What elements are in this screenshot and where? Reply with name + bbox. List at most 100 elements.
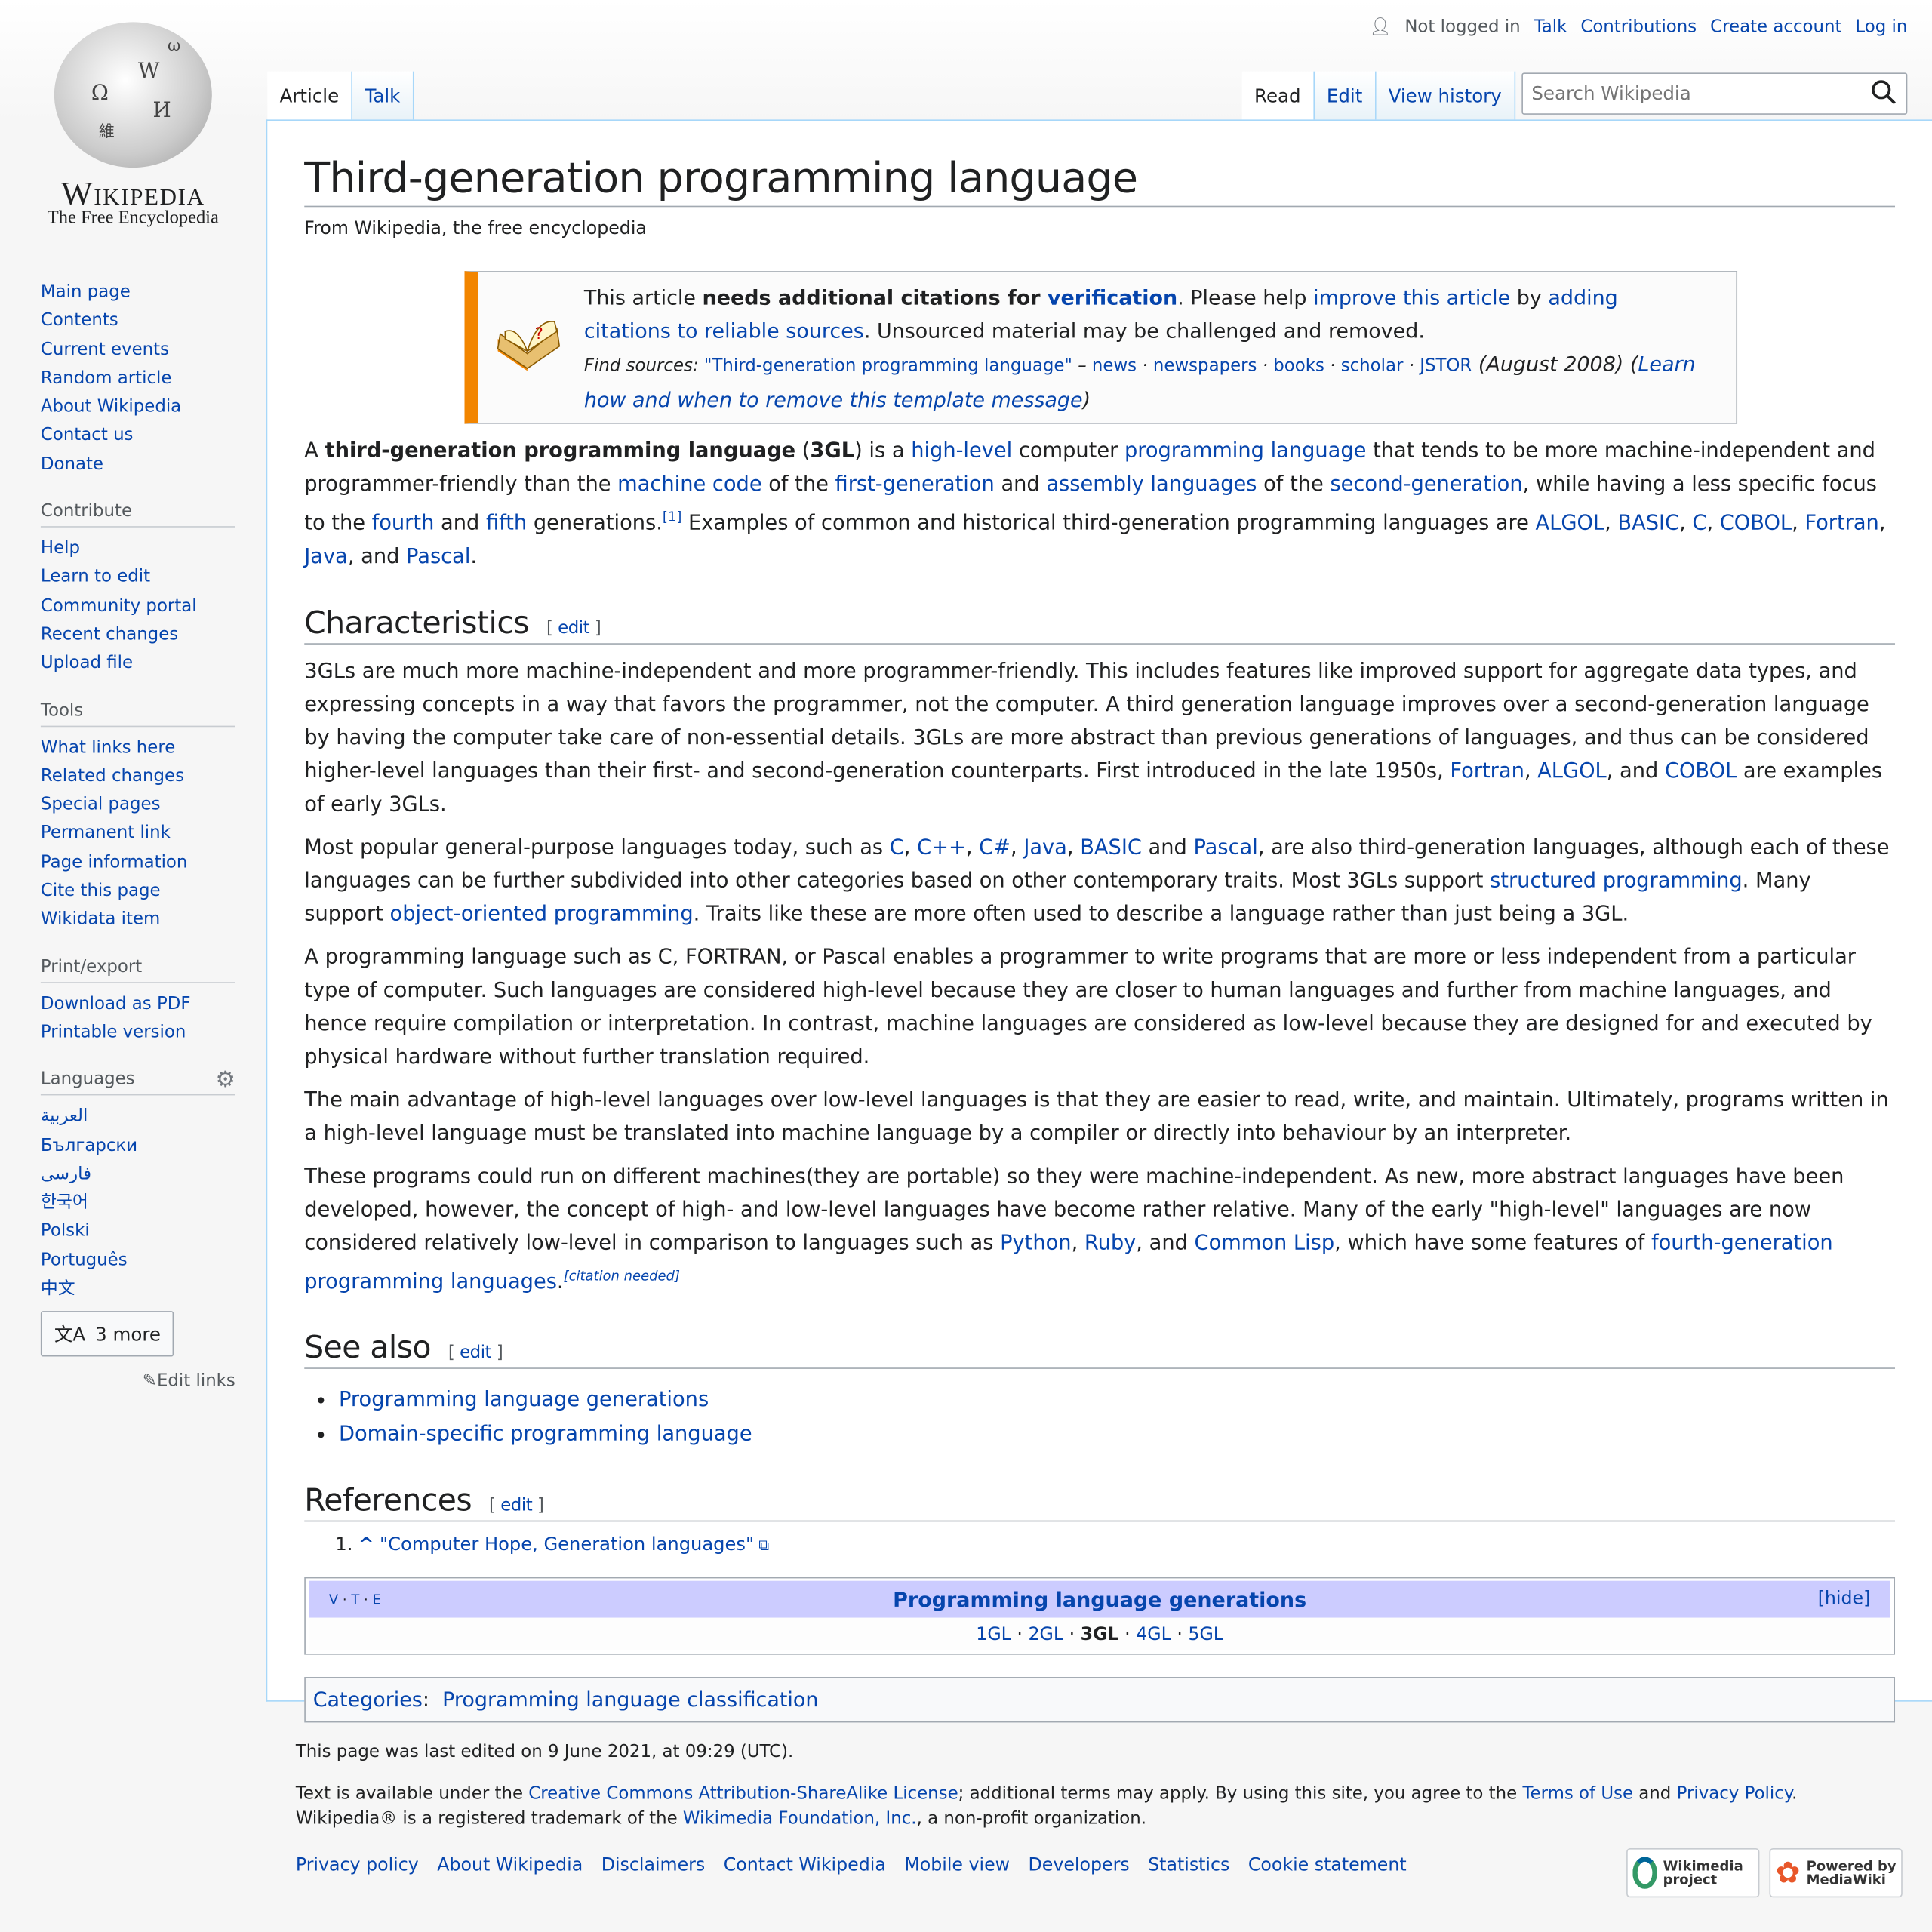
sidebar-item-permanent-link[interactable]: Permanent link xyxy=(41,820,235,848)
inline-link[interactable]: ALGOL xyxy=(1537,757,1607,782)
sidebar-item-learn-to-edit[interactable]: Learn to edit xyxy=(41,564,235,592)
category-link[interactable]: Programming language classification xyxy=(442,1688,818,1712)
edit-section-link[interactable]: [ edit ] xyxy=(448,1343,503,1363)
inline-link[interactable]: Fortran xyxy=(1804,509,1878,534)
inline-link[interactable]: C++ xyxy=(917,834,966,859)
navbox-item-5gl[interactable]: 5GL xyxy=(1188,1626,1223,1645)
inline-link[interactable]: C xyxy=(1692,509,1706,534)
inline-link[interactable]: COBOL xyxy=(1665,757,1737,782)
inline-link[interactable]: ALGOL xyxy=(1536,509,1605,534)
sidebar-item-donate[interactable]: Donate xyxy=(41,451,235,479)
language-link[interactable]: 한국어 xyxy=(41,1189,235,1218)
edit-links[interactable]: ✎Edit links xyxy=(41,1372,235,1392)
sidebar-item-random-article[interactable]: Random article xyxy=(41,365,235,393)
edit-link[interactable]: edit xyxy=(500,1496,532,1515)
footer-link-privacy-policy[interactable]: Privacy policy xyxy=(296,1854,419,1878)
sidebar-item-community-portal[interactable]: Community portal xyxy=(41,592,235,621)
inline-link[interactable]: assembly languages xyxy=(1046,471,1257,496)
tab-article[interactable]: Article xyxy=(267,71,353,121)
navbox-title[interactable]: Programming language generations xyxy=(477,1588,1723,1611)
wikimedia-badge[interactable]: Wikimedia project xyxy=(1626,1847,1760,1898)
inline-link[interactable]: fifth xyxy=(486,509,527,534)
inline-link[interactable]: COBOL xyxy=(1720,509,1792,534)
sidebar-item-what-links-here[interactable]: What links here xyxy=(41,734,235,762)
contributions-link[interactable]: Contributions xyxy=(1580,17,1697,37)
inline-link[interactable]: improve this article xyxy=(1313,286,1510,309)
sidebar-item-special-pages[interactable]: Special pages xyxy=(41,791,235,820)
sidebar-item-upload-file[interactable]: Upload file xyxy=(41,650,235,678)
footer-link-about-wikipedia[interactable]: About Wikipedia xyxy=(437,1854,583,1878)
inline-link[interactable]: C# xyxy=(979,834,1011,859)
inline-link[interactable]: programming language xyxy=(1124,438,1366,463)
inline-link[interactable]: scholar xyxy=(1341,356,1404,376)
inline-link[interactable]: Python xyxy=(1000,1229,1071,1254)
footer-link-cookie-statement[interactable]: Cookie statement xyxy=(1248,1854,1407,1878)
inline-link[interactable]: JSTOR xyxy=(1420,356,1472,376)
log-in-link[interactable]: Log in xyxy=(1855,17,1907,37)
search-icon[interactable] xyxy=(1870,78,1897,106)
tab-edit[interactable]: Edit xyxy=(1314,71,1377,121)
edit-link[interactable]: edit xyxy=(558,618,589,638)
tab-view-history[interactable]: View history xyxy=(1376,71,1515,121)
navbox-hide-toggle[interactable]: [hide] xyxy=(1722,1589,1871,1609)
inline-link[interactable]: Wikimedia Foundation, Inc. xyxy=(683,1809,917,1829)
inline-link[interactable]: fourth xyxy=(372,509,435,534)
language-link[interactable]: Polski xyxy=(41,1218,235,1247)
inline-link[interactable]: structured programming xyxy=(1490,867,1743,892)
inline-link[interactable]: books xyxy=(1273,356,1324,376)
inline-link[interactable]: BASIC xyxy=(1080,834,1142,859)
tab-read[interactable]: Read xyxy=(1241,71,1315,121)
gear-icon[interactable]: ⚙ xyxy=(215,1067,235,1093)
language-link[interactable]: العربية xyxy=(41,1103,235,1132)
sidebar-item-page-information[interactable]: Page information xyxy=(41,848,235,877)
language-link[interactable]: فارسی xyxy=(41,1161,235,1189)
inline-link[interactable]: Creative Commons Attribution-ShareAlike … xyxy=(528,1784,958,1804)
sidebar-item-contact-us[interactable]: Contact us xyxy=(41,422,235,451)
sidebar-item-download-as-pdf[interactable]: Download as PDF xyxy=(41,990,235,1019)
inline-link[interactable]: [1] xyxy=(663,509,681,525)
see-also-link[interactable]: Programming language generations xyxy=(339,1386,709,1411)
inline-link[interactable]: first-generation xyxy=(835,471,995,496)
more-languages-button[interactable]: 文A 3 more xyxy=(40,1311,174,1358)
sidebar-item-related-changes[interactable]: Related changes xyxy=(41,762,235,791)
inline-link[interactable]: second-generation xyxy=(1330,471,1522,496)
see-also-link[interactable]: Domain-specific programming language xyxy=(339,1421,752,1446)
footer-link-developers[interactable]: Developers xyxy=(1029,1854,1130,1878)
talk-template-link[interactable]: T xyxy=(351,1592,359,1607)
inline-link[interactable]: Pascal xyxy=(1193,834,1257,859)
inline-link[interactable]: Ruby xyxy=(1084,1229,1136,1254)
navbox-item-1gl[interactable]: 1GL xyxy=(976,1626,1011,1645)
view-template-link[interactable]: V xyxy=(329,1592,338,1607)
inline-link[interactable]: verification xyxy=(1048,286,1177,309)
wikipedia-logo[interactable]: ΩWИ維ω Wikipedia The Free Encyclopedia xyxy=(25,22,242,229)
sidebar-item-main-page[interactable]: Main page xyxy=(41,278,235,307)
categories-label[interactable]: Categories xyxy=(313,1688,423,1712)
footer-link-contact-wikipedia[interactable]: Contact Wikipedia xyxy=(724,1854,886,1878)
sidebar-item-current-events[interactable]: Current events xyxy=(41,336,235,365)
inline-link[interactable]: object-oriented programming xyxy=(390,900,694,925)
inline-link[interactable]: high-level xyxy=(911,438,1012,463)
inline-link[interactable]: C xyxy=(890,834,904,859)
language-link[interactable]: Português xyxy=(41,1247,235,1275)
navbox-item-2gl[interactable]: 2GL xyxy=(1028,1626,1063,1645)
create-account-link[interactable]: Create account xyxy=(1710,17,1841,37)
inline-link[interactable]: Fortran xyxy=(1450,757,1524,782)
language-link[interactable]: 中文 xyxy=(41,1275,235,1304)
sidebar-item-cite-this-page[interactable]: Cite this page xyxy=(41,878,235,906)
mediawiki-badge[interactable]: ✿ Powered by MediaWiki xyxy=(1769,1847,1903,1898)
backlink-caret[interactable]: ^ xyxy=(358,1534,374,1555)
search-input[interactable] xyxy=(1521,72,1908,115)
inline-link[interactable]: BASIC xyxy=(1617,509,1679,534)
inline-link[interactable]: newspapers xyxy=(1153,356,1257,376)
sidebar-item-contents[interactable]: Contents xyxy=(41,307,235,336)
footer-link-mobile-view[interactable]: Mobile view xyxy=(904,1854,1010,1878)
inline-link[interactable]: "Third-generation programming language" xyxy=(704,356,1072,376)
sidebar-item-help[interactable]: Help xyxy=(41,535,235,564)
edit-link[interactable]: edit xyxy=(460,1343,491,1363)
inline-link[interactable]: Privacy Policy xyxy=(1677,1784,1792,1804)
edit-section-link[interactable]: [ edit ] xyxy=(489,1496,544,1515)
edit-section-link[interactable]: [ edit ] xyxy=(546,618,601,638)
inline-link[interactable]: Java xyxy=(304,543,348,568)
inline-link[interactable]: Terms of Use xyxy=(1522,1784,1633,1804)
tab-talk[interactable]: Talk xyxy=(352,71,414,121)
